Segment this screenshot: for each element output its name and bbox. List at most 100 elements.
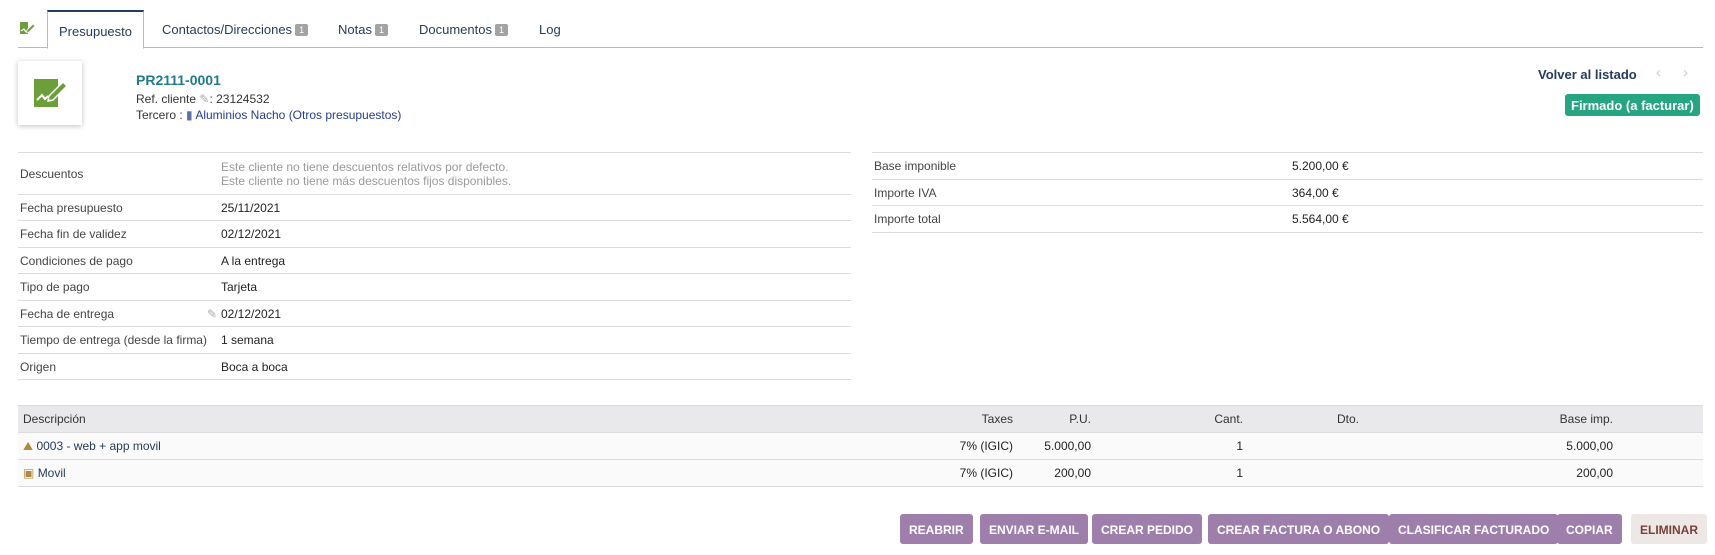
line-quantity: 1 bbox=[1096, 432, 1248, 460]
tab-documentos[interactable]: Documentos 1 bbox=[408, 10, 519, 48]
edit-pencil-icon[interactable]: ✎ bbox=[207, 307, 217, 321]
totals-label: Base imponible bbox=[872, 152, 1290, 180]
ref-client-line: Ref. cliente ✎: 23124532 bbox=[136, 92, 270, 106]
tab-notas[interactable]: Notas 1 bbox=[327, 10, 399, 48]
line-base: 5.000,00 bbox=[1448, 432, 1618, 460]
totals-label: Importe IVA bbox=[872, 179, 1290, 206]
service-icon: ⛰ bbox=[23, 438, 34, 453]
field-row: Tipo de pago Tarjeta bbox=[18, 273, 851, 301]
tab-label: Notas bbox=[338, 22, 372, 37]
create-invoice-button[interactable]: CREAR FACTURA O ABONO bbox=[1208, 514, 1390, 544]
previous-arrow-icon[interactable]: ‹ bbox=[1656, 64, 1661, 81]
line-desc-text[interactable]: 0003 - web + app movil bbox=[36, 439, 160, 453]
tab-log[interactable]: Log bbox=[528, 10, 572, 48]
col-header-taxes: Taxes bbox=[918, 405, 1018, 433]
classify-billed-button[interactable]: CLASIFICAR FACTURADO bbox=[1389, 514, 1559, 544]
next-arrow-icon[interactable]: › bbox=[1683, 64, 1688, 81]
col-header-description: Descripción bbox=[18, 405, 918, 433]
copy-button[interactable]: COPIAR bbox=[1557, 514, 1622, 544]
field-row: Condiciones de pago A la entrega bbox=[18, 247, 851, 274]
proposal-lines-table: Descripción Taxes P.U. Cant. Dto. Base i… bbox=[18, 405, 1703, 487]
totals-row: Importe total 5.564,00 € bbox=[872, 205, 1703, 233]
reopen-button[interactable]: REABRIR bbox=[900, 514, 973, 544]
delete-button[interactable]: ELIMINAR bbox=[1631, 514, 1707, 544]
line-description: ▣ Movil bbox=[18, 459, 918, 487]
line-base: 200,00 bbox=[1448, 459, 1618, 487]
proposal-fields-table: Descuentos Este cliente no tiene descuen… bbox=[18, 152, 851, 380]
status-badge: Firmado (a facturar) bbox=[1565, 94, 1700, 116]
line-description: ⛰ 0003 - web + app movil bbox=[18, 432, 918, 460]
signed-document-icon bbox=[34, 79, 68, 107]
tab-label: Presupuesto bbox=[59, 24, 132, 39]
proposal-module-icon[interactable] bbox=[18, 20, 38, 38]
col-header-quantity: Cant. bbox=[1096, 405, 1248, 433]
field-row: Fecha fin de validez 02/12/2021 bbox=[18, 220, 851, 248]
discount-note: Este cliente no tiene más descuentos fij… bbox=[221, 173, 512, 188]
thirdparty-label: Tercero : bbox=[136, 108, 183, 122]
totals-table: Base imponible 5.200,00 € Importe IVA 36… bbox=[872, 152, 1703, 233]
line-desc-text[interactable]: Movil bbox=[38, 466, 66, 480]
totals-value: 364,00 € bbox=[1290, 179, 1703, 206]
field-value: 1 semana bbox=[219, 326, 851, 354]
field-label: Tipo de pago bbox=[18, 273, 219, 301]
count-badge: 1 bbox=[494, 24, 508, 36]
field-value: 02/12/2021 bbox=[219, 220, 851, 248]
totals-row: Base imponible 5.200,00 € bbox=[872, 152, 1703, 180]
line-discount bbox=[1248, 459, 1448, 487]
totals-value: 5.200,00 € bbox=[1290, 152, 1703, 180]
tab-bar: Presupuesto Contactos/Direcciones 1 Notas… bbox=[18, 10, 1703, 49]
field-label: Tiempo de entrega (desde la firma) bbox=[18, 326, 219, 354]
field-row: Origen Boca a boca bbox=[18, 353, 851, 380]
tab-label: Contactos/Direcciones bbox=[162, 22, 293, 37]
table-row[interactable]: ⛰ 0003 - web + app movil 7% (IGIC) 5.000… bbox=[18, 432, 1703, 460]
col-header-base: Base imp. bbox=[1448, 405, 1618, 433]
line-unit-price: 5.000,00 bbox=[1018, 432, 1096, 460]
totals-value: 5.564,00 € bbox=[1290, 205, 1703, 233]
back-to-list-link[interactable]: Volver al listado bbox=[1538, 67, 1637, 82]
discount-note: Este cliente no tiene descuentos relativ… bbox=[221, 159, 509, 174]
thirdparty-line: Tercero : ▮ Aluminios Nacho (Otros presu… bbox=[136, 108, 401, 122]
proposal-ref: PR2111-0001 bbox=[136, 72, 221, 88]
line-quantity: 1 bbox=[1096, 459, 1248, 487]
col-header-unit-price: P.U. bbox=[1018, 405, 1096, 433]
tab-presupuesto[interactable]: Presupuesto bbox=[47, 10, 144, 49]
thirdparty-link[interactable]: Aluminios Nacho (Otros presupuestos) bbox=[195, 108, 401, 122]
field-row: Tiempo de entrega (desde la firma) 1 sem… bbox=[18, 326, 851, 354]
count-badge: 1 bbox=[295, 24, 309, 36]
count-badge: 1 bbox=[374, 24, 388, 36]
tab-contactos[interactable]: Contactos/Direcciones 1 bbox=[151, 10, 319, 48]
create-order-button[interactable]: CREAR PEDIDO bbox=[1092, 514, 1203, 544]
send-email-button[interactable]: ENVIAR E-MAIL bbox=[980, 514, 1088, 544]
field-value: 02/12/2021 bbox=[219, 300, 851, 327]
field-row-discounts: Descuentos Este cliente no tiene descuen… bbox=[18, 152, 851, 195]
col-header-discount: Dto. bbox=[1248, 405, 1448, 433]
field-value: Boca a boca bbox=[219, 353, 851, 380]
field-row: Fecha presupuesto 25/11/2021 bbox=[18, 194, 851, 221]
field-label: Fecha de entrega ✎ bbox=[18, 300, 219, 327]
field-row: Fecha de entrega ✎ 02/12/2021 bbox=[18, 300, 851, 327]
col-header-actions bbox=[1618, 405, 1703, 433]
product-icon: ▣ bbox=[23, 466, 35, 480]
field-label: Origen bbox=[18, 353, 219, 380]
line-unit-price: 200,00 bbox=[1018, 459, 1096, 487]
field-value: 25/11/2021 bbox=[219, 194, 851, 221]
line-actions bbox=[1618, 459, 1703, 487]
table-row[interactable]: ▣ Movil 7% (IGIC) 200,00 1 200,00 bbox=[18, 459, 1703, 487]
field-label: Descuentos bbox=[18, 152, 219, 195]
line-actions bbox=[1618, 432, 1703, 460]
totals-label: Importe total bbox=[872, 205, 1290, 233]
line-taxes: 7% (IGIC) bbox=[918, 432, 1018, 460]
edit-pencil-icon[interactable]: ✎ bbox=[199, 92, 209, 106]
line-discount bbox=[1248, 432, 1448, 460]
ref-client-value: : 23124532 bbox=[209, 92, 270, 106]
totals-row: Importe IVA 364,00 € bbox=[872, 179, 1703, 206]
field-label: Fecha presupuesto bbox=[18, 194, 219, 221]
field-label: Fecha fin de validez bbox=[18, 220, 219, 248]
field-value: A la entrega bbox=[219, 247, 851, 274]
tab-label: Log bbox=[539, 22, 561, 37]
tab-label: Documentos bbox=[419, 22, 492, 37]
field-label-text: Fecha de entrega bbox=[20, 306, 115, 321]
object-picture bbox=[18, 61, 82, 125]
ref-client-label: Ref. cliente bbox=[136, 92, 197, 106]
building-icon: ▮ bbox=[186, 108, 193, 122]
